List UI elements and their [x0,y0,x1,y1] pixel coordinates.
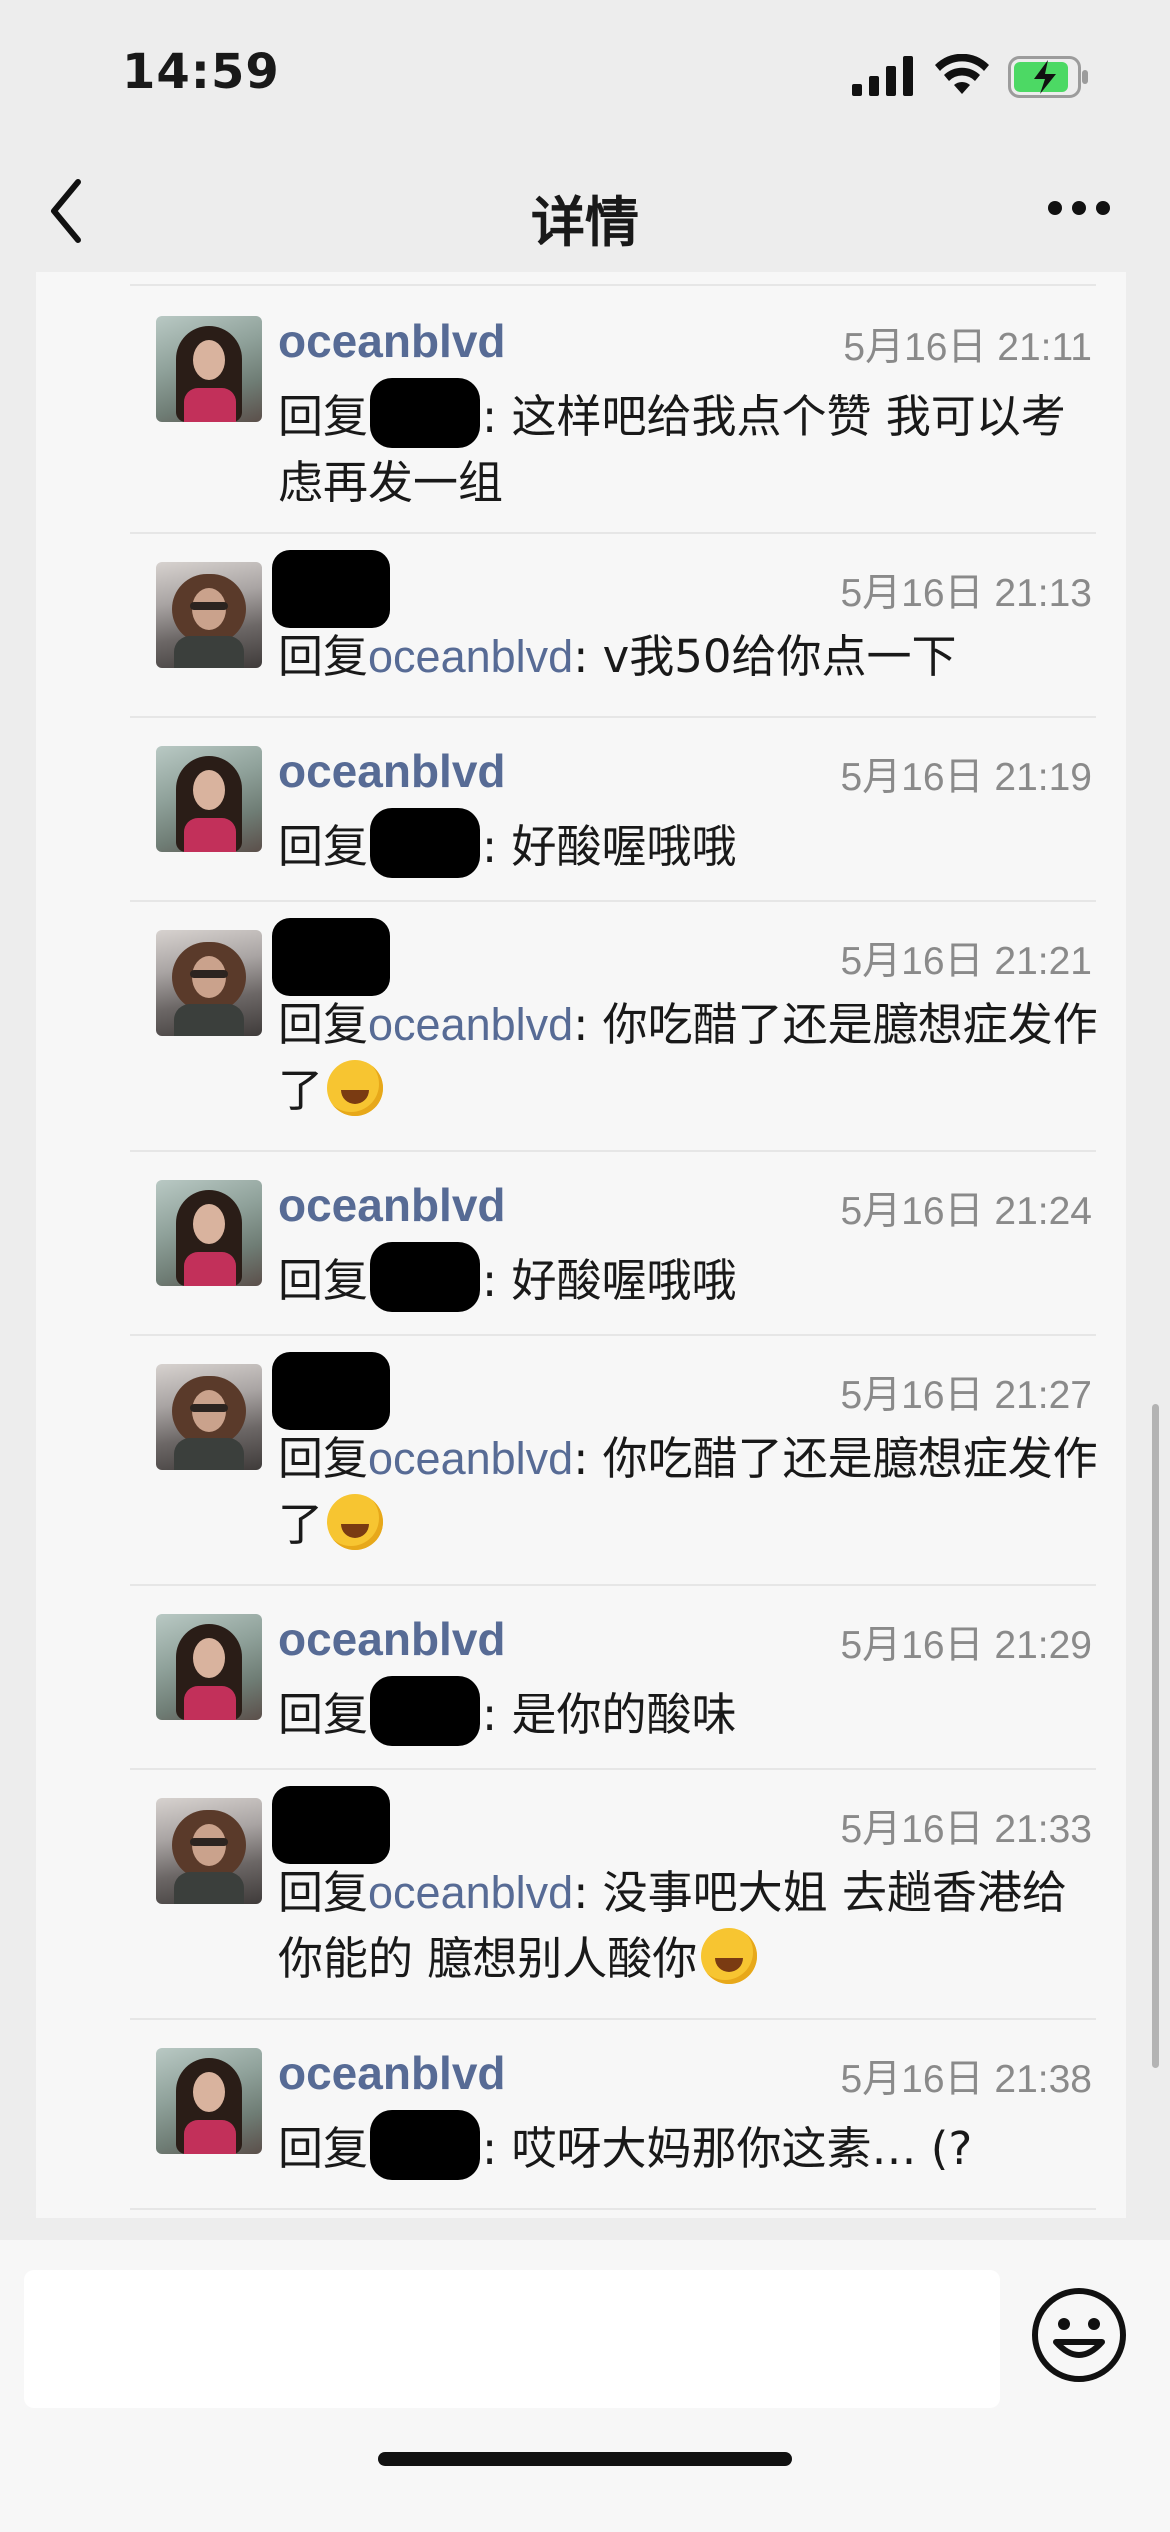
reply-target[interactable]: oceanblvd [368,631,573,682]
reply-prefix: 回复 [278,1432,369,1485]
comment-body: 回复 : 哎呀大妈那你这素… (? [278,2110,1098,2182]
comment-time: 5月16日 21:27 [840,1374,1092,1417]
rofl-emoji-icon [327,1060,384,1116]
reply-target[interactable]: oceanblvd [368,999,573,1050]
avatar[interactable] [156,746,262,852]
comment-time: 5月16日 21:24 [840,1190,1092,1233]
comment-author[interactable]: oceanblvd [278,2046,506,2100]
avatar[interactable] [156,930,262,1036]
comment-time: 5月16日 21:29 [840,1624,1092,1667]
redacted-name [370,2110,481,2180]
comment-body: 回复 : 好酸喔哦哦 [278,808,1098,880]
reply-prefix: 回复 [278,1866,369,1919]
comment-item[interactable]: oceanblvd 5月16日 21:29 回复 : 是你的酸味 [36,1584,1126,1768]
reply-prefix: 回复 [278,630,369,683]
comment-author[interactable]: oceanblvd [278,314,506,368]
reply-prefix: 回复 [278,1688,369,1741]
comment-item[interactable]: oceanblvd 5月16日 21:11 回复: 这样吧给我点个赞 我可以考虑… [36,286,1126,509]
smiley-icon[interactable] [1030,2286,1128,2384]
redacted-author [272,550,390,628]
reply-target[interactable]: oceanblvd [368,1867,573,1918]
status-bar: 14:59 [0,0,1170,150]
avatar[interactable] [156,562,262,668]
comment-author[interactable]: oceanblvd [278,1612,506,1666]
comment-item[interactable]: 5月16日 21:27 回复oceanblvd: 你吃醋了还是臆想症发作了 [36,1334,1126,1584]
redacted-author [272,1786,390,1864]
rofl-emoji-icon [327,1494,384,1550]
more-dots-icon[interactable] [1046,198,1112,218]
reply-prefix: 回复 [278,820,369,873]
redacted-name [370,378,481,448]
home-indicator [378,2452,792,2466]
reply-prefix: 回复 [278,2122,369,2175]
navigation-bar: 详情 [0,150,1170,270]
comment-text: : 好酸喔哦哦 [482,820,737,873]
comment-author[interactable]: oceanblvd [278,1178,506,1232]
comment-time: 5月16日 21:13 [840,572,1092,615]
tears-of-joy-emoji-icon [701,1928,758,1984]
status-time: 14:59 [122,44,280,100]
comment-author[interactable]: oceanblvd [278,744,506,798]
comment-item[interactable]: 5月16日 21:13 回复oceanblvd: v我50给你点一下 [36,532,1126,716]
comment-text: : v我50给你点一下 [573,630,957,683]
avatar[interactable] [156,316,262,422]
comment-body: 回复: 这样吧给我点个赞 我可以考虑再发一组 [278,378,1098,516]
battery-charging-icon [1008,56,1088,98]
avatar[interactable] [156,1364,262,1470]
comment-body: 回复oceanblvd: 没事吧大姐 去趟香港给你能的 臆想别人酸你 [278,1860,1098,1992]
scrollbar[interactable] [1152,1404,1159,2068]
comment-item[interactable]: oceanblvd 5月16日 21:38 回复 : 哎呀大妈那你这素… (? [36,2018,1126,2208]
redacted-author [272,918,390,996]
comment-text: : 是你的酸味 [482,1688,737,1741]
comment-body: 回复oceanblvd: 你吃醋了还是臆想症发作了 [278,992,1098,1124]
comment-time: 5月16日 21:38 [840,2058,1092,2101]
comment-input[interactable] [24,2270,1000,2408]
comment-time: 5月16日 21:11 [843,326,1092,369]
wifi-icon [935,54,989,94]
reply-target[interactable]: oceanblvd [368,1433,573,1484]
comment-body: 回复oceanblvd: v我50给你点一下 [278,624,1098,690]
comment-body: 回复 : 是你的酸味 [278,1676,1098,1748]
comment-item[interactable]: oceanblvd 5月16日 21:19 回复 : 好酸喔哦哦 [36,716,1126,900]
comment-body: 回复 : 好酸喔哦哦 [278,1242,1098,1314]
comment-list[interactable]: oceanblvd 5月16日 21:11 回复: 这样吧给我点个赞 我可以考虑… [36,272,1126,2218]
avatar[interactable] [156,1180,262,1286]
avatar[interactable] [156,1614,262,1720]
comment-text: : 哎呀大妈那你这素… (? [482,2122,973,2175]
reply-prefix: 回复 [278,390,369,443]
comment-time: 5月16日 21:33 [840,1808,1092,1851]
redacted-author [272,1352,390,1430]
comment-item[interactable]: oceanblvd 5月16日 21:24 回复 : 好酸喔哦哦 [36,1150,1126,1334]
redacted-name [370,808,481,878]
redacted-name [370,1676,481,1746]
comment-item[interactable]: 5月16日 21:33 回复oceanblvd: 没事吧大姐 去趟香港给你能的 … [36,1768,1126,2018]
comment-body: 回复oceanblvd: 你吃醋了还是臆想症发作了 [278,1426,1098,1558]
comment-time: 5月16日 21:21 [840,940,1092,983]
signal-icon [852,56,913,96]
comment-item[interactable]: 5月16日 21:21 回复oceanblvd: 你吃醋了还是臆想症发作了 [36,900,1126,1150]
comment-input-bar [0,2240,1170,2532]
comment-text: : 好酸喔哦哦 [482,1254,737,1307]
comment-time: 5月16日 21:19 [840,756,1092,799]
avatar[interactable] [156,1798,262,1904]
page-title: 详情 [531,191,639,254]
redacted-name [370,1242,481,1312]
reply-prefix: 回复 [278,998,369,1051]
avatar[interactable] [156,2048,262,2154]
reply-prefix: 回复 [278,1254,369,1307]
divider [130,2208,1096,2210]
